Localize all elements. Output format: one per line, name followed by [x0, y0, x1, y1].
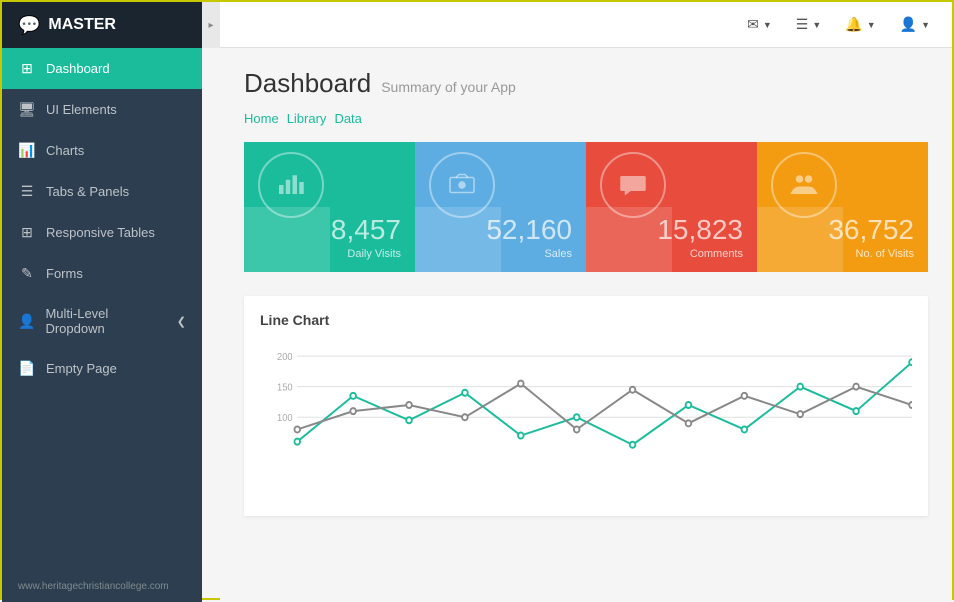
chart-title: Line Chart	[260, 312, 912, 328]
sidebar-nav: ⊞ Dashboard 🖥 UI Elements 📊 Charts ☰ Tab…	[2, 48, 202, 571]
stats-row: 8,457 Daily Visits 52,160 Sales 15,823 C…	[244, 142, 928, 272]
tabs-panels-icon: ☰	[18, 183, 36, 200]
sidebar-item-ui-elements[interactable]: 🖥 UI Elements	[2, 89, 202, 130]
sidebar-toggle[interactable]: ▸	[202, 2, 220, 48]
charts-icon: 📊	[18, 142, 36, 159]
chart-section: Line Chart 100 150 200	[244, 296, 928, 516]
main-content: ✉▼☰▼🔔▼👤▼ Dashboard Summary of your App H…	[220, 2, 952, 602]
logo-icon: 💬	[18, 15, 40, 36]
breadcrumb-item-1[interactable]: Library	[287, 111, 327, 126]
responsive-tables-icon: ⊞	[18, 224, 36, 241]
daily-visits-value: 8,457	[258, 215, 401, 246]
breadcrumb-item-2[interactable]: Data	[334, 111, 361, 126]
sidebar-item-label: Dashboard	[46, 61, 110, 76]
arrow-icon: ❮	[177, 315, 186, 328]
list-icon: ☰	[796, 16, 809, 33]
dashboard-icon: ⊞	[18, 60, 36, 77]
sidebar-item-label: Responsive Tables	[46, 225, 155, 240]
email-icon[interactable]: ✉▼	[741, 12, 778, 37]
sidebar-footer: www.heritagechristiancollege.com	[2, 571, 202, 602]
caret-icon: ▼	[812, 20, 821, 30]
user-icon: 👤	[900, 16, 917, 33]
daily-visits-label: Daily Visits	[258, 248, 401, 260]
svg-text:100: 100	[277, 413, 293, 424]
email-icon: ✉	[747, 16, 759, 33]
bell-icon[interactable]: 🔔▼	[839, 12, 881, 37]
sidebar-item-empty-page[interactable]: 📄 Empty Page	[2, 348, 202, 389]
stat-card-daily-visits: 8,457 Daily Visits	[244, 142, 415, 272]
breadcrumb-item-0[interactable]: Home	[244, 111, 279, 126]
app-name: MASTER	[48, 16, 116, 34]
stat-card-comments: 15,823 Comments	[586, 142, 757, 272]
num-visits-label: No. of Visits	[771, 248, 914, 260]
multi-level-icon: 👤	[18, 313, 35, 330]
svg-text:150: 150	[277, 382, 293, 393]
user-icon[interactable]: 👤▼	[894, 12, 936, 37]
sidebar-item-tabs-panels[interactable]: ☰ Tabs & Panels	[2, 171, 202, 212]
comments-label: Comments	[600, 248, 743, 260]
sidebar: 💬 MASTER ⊞ Dashboard 🖥 UI Elements 📊 Cha…	[2, 2, 202, 602]
page-subtitle: Summary of your App	[381, 79, 516, 95]
sidebar-item-dashboard[interactable]: ⊞ Dashboard	[2, 48, 202, 89]
stat-card-sales: 52,160 Sales	[415, 142, 586, 272]
caret-icon: ▼	[921, 20, 930, 30]
line-chart: 100 150 200	[260, 340, 912, 500]
caret-icon: ▼	[763, 20, 772, 30]
sales-label: Sales	[429, 248, 572, 260]
bell-icon: 🔔	[845, 16, 862, 33]
app-logo: 💬 MASTER	[2, 2, 202, 48]
sidebar-item-label: UI Elements	[46, 102, 117, 117]
sidebar-item-label: Charts	[46, 143, 84, 158]
page-header: Dashboard Summary of your App	[244, 68, 928, 99]
topbar: ✉▼☰▼🔔▼👤▼	[220, 2, 952, 48]
sidebar-item-responsive-tables[interactable]: ⊞ Responsive Tables	[2, 212, 202, 253]
sidebar-item-label: Tabs & Panels	[46, 184, 129, 199]
page-title: Dashboard	[244, 68, 371, 99]
sidebar-item-label: Empty Page	[46, 361, 117, 376]
sidebar-item-charts[interactable]: 📊 Charts	[2, 130, 202, 171]
sidebar-item-forms[interactable]: ✎ Forms	[2, 253, 202, 294]
empty-page-icon: 📄	[18, 360, 36, 377]
sales-value: 52,160	[429, 215, 572, 246]
sidebar-item-label: Multi-Level Dropdown	[45, 306, 166, 336]
forms-icon: ✎	[18, 265, 36, 282]
num-visits-value: 36,752	[771, 215, 914, 246]
page-content: Dashboard Summary of your App Home Librar…	[220, 48, 952, 602]
comments-value: 15,823	[600, 215, 743, 246]
list-icon[interactable]: ☰▼	[790, 12, 827, 37]
svg-text:200: 200	[277, 352, 293, 363]
ui-elements-icon: 🖥	[18, 101, 36, 118]
sidebar-item-multi-level[interactable]: 👤 Multi-Level Dropdown ❮	[2, 294, 202, 348]
stat-card-num-visits: 36,752 No. of Visits	[757, 142, 928, 272]
caret-icon: ▼	[867, 20, 876, 30]
breadcrumb: Home Library Data	[244, 111, 928, 126]
sidebar-item-label: Forms	[46, 266, 83, 281]
